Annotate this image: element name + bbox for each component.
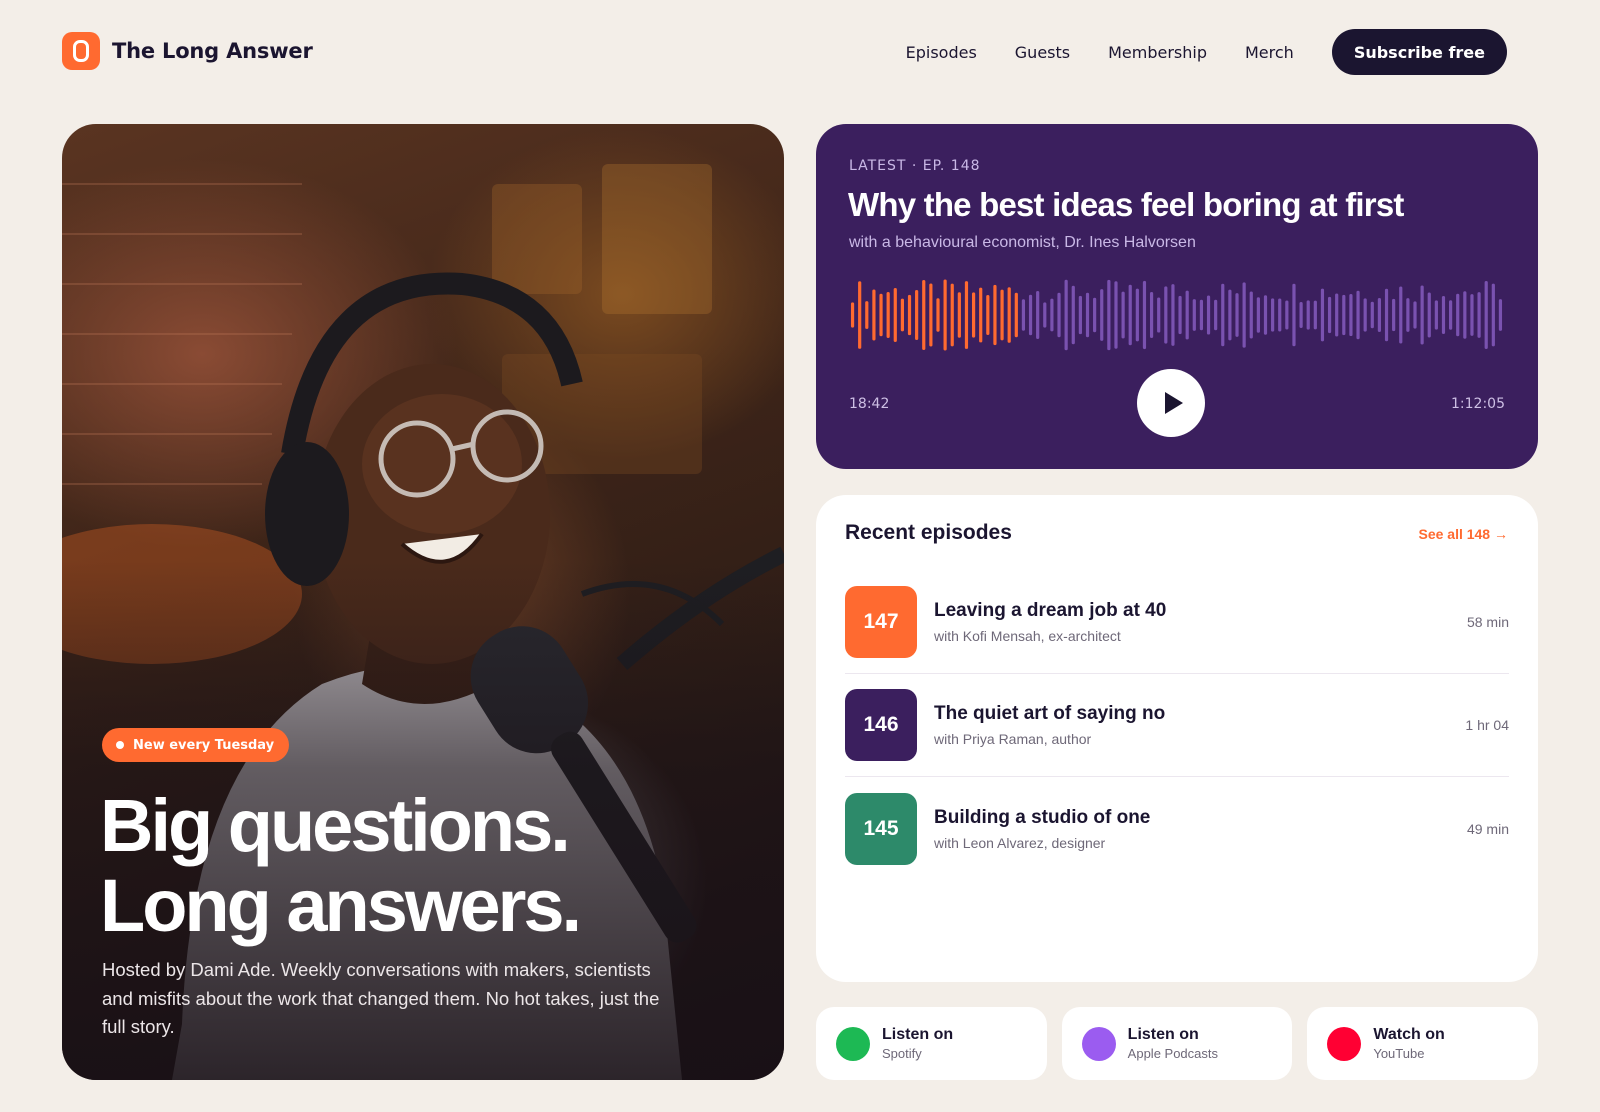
episode-number-tile: 147	[845, 586, 917, 658]
episode-number-tile: 146	[845, 689, 917, 761]
episode-row[interactable]: 145 Building a studio of one with Leon A…	[845, 777, 1509, 880]
logo-icon	[62, 32, 100, 70]
platform-links: Listen on Spotify Listen on Apple Podcas…	[816, 1007, 1539, 1080]
platform-name: YouTube	[1373, 1046, 1425, 1061]
hero-description: Hosted by Dami Ade. Weekly conversations…	[102, 959, 660, 1037]
platform-name: Spotify	[882, 1046, 922, 1061]
nav-guests[interactable]: Guests	[1015, 43, 1070, 62]
episode-row-guest: with Priya Raman, author	[934, 731, 1092, 747]
nav-merch[interactable]: Merch	[1245, 43, 1294, 62]
play-button[interactable]	[1137, 369, 1205, 437]
episode-row-guest: with Kofi Mensah, ex-architect	[934, 628, 1121, 644]
youtube-link[interactable]: Watch on YouTube	[1307, 1007, 1539, 1080]
hero-title-line-1: Big questions.	[100, 784, 571, 867]
apple-podcasts-icon	[1081, 1026, 1116, 1061]
hero-title: Big questions. Long answers.	[100, 786, 760, 946]
episode-row-guest: with Leon Alvarez, designer	[934, 834, 1106, 851]
episode-row[interactable]: 147 Leaving a dream job at 40 with Kofi …	[845, 571, 1509, 674]
platform-action: Watch on	[1373, 1026, 1445, 1043]
waveform-scrubber[interactable]	[849, 279, 1504, 351]
spotify-link[interactable]: Listen on Spotify	[816, 1007, 1047, 1080]
new-episode-badge: New every Tuesday	[102, 728, 290, 762]
elapsed-time: 18:42	[849, 396, 890, 412]
hero-title-line-2: Long answers.	[100, 864, 582, 947]
latest-episode-player: LATEST · EP. 148 Why the best ideas feel…	[816, 124, 1538, 469]
dot-icon	[116, 741, 124, 749]
episode-row[interactable]: 146 The quiet art of saying no with Priy…	[845, 674, 1509, 777]
nav-episodes[interactable]: Episodes	[906, 43, 977, 62]
episode-duration: 49 min	[1466, 820, 1509, 837]
episode-kicker: LATEST · EP. 148	[849, 158, 981, 174]
brand-name: The Long Answer	[112, 39, 313, 63]
episode-duration: 1 hr 04	[1465, 717, 1509, 733]
nav-membership[interactable]: Membership	[1108, 43, 1207, 62]
main-nav: Episodes Guests Membership Merch Subscri…	[906, 29, 1507, 75]
episode-list: 147 Leaving a dream job at 40 with Kofi …	[845, 571, 1509, 880]
play-icon	[1164, 392, 1183, 414]
spotify-icon	[836, 1026, 870, 1061]
episode-subtitle: with a behavioural economist, Dr. Ines H…	[849, 234, 1196, 251]
episode-row-title: Building a studio of one	[934, 806, 1151, 828]
see-all-link[interactable]: See all 148 →	[1418, 526, 1508, 542]
hero-card: New every Tuesday Big questions. Long an…	[62, 124, 784, 1080]
brand[interactable]: The Long Answer	[62, 32, 313, 70]
episode-row-title: The quiet art of saying no	[934, 703, 1166, 724]
apple-podcasts-link[interactable]: Listen on Apple Podcasts	[1061, 1007, 1293, 1080]
episode-title[interactable]: Why the best ideas feel boring at first	[848, 186, 1404, 224]
platform-action: Listen on	[1127, 1026, 1199, 1043]
subscribe-button[interactable]: Subscribe free	[1331, 29, 1507, 75]
episode-number-tile: 145	[845, 792, 917, 865]
episode-duration: 58 min	[1466, 614, 1509, 630]
platform-name: Apple Podcasts	[1127, 1046, 1219, 1061]
badge-label: New every Tuesday	[133, 737, 275, 753]
recent-episodes-card: Recent episodes See all 148 → 147 Leavin…	[816, 495, 1538, 982]
youtube-icon	[1327, 1026, 1362, 1061]
recent-episodes-title: Recent episodes	[845, 521, 1012, 544]
platform-action: Listen on	[882, 1026, 954, 1043]
total-time: 1:12:05	[1451, 396, 1505, 412]
episode-row-title: Leaving a dream job at 40	[934, 600, 1167, 621]
